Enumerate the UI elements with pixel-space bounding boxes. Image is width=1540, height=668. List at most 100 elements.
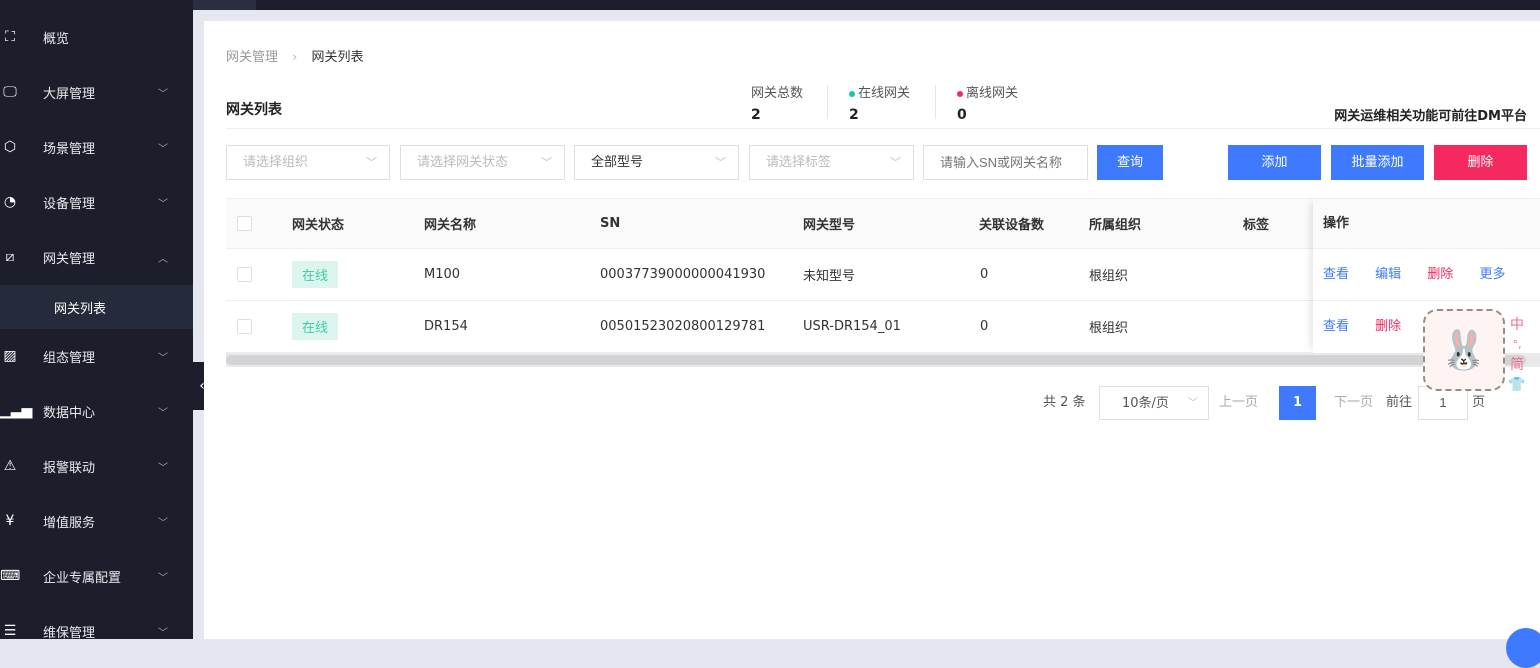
row-checkbox[interactable]: [237, 319, 252, 334]
sidebar-item-label: 设备管理: [43, 196, 96, 212]
breadcrumb-parent[interactable]: 网关管理: [226, 50, 278, 65]
chevron-down-icon: ﹀: [541, 156, 552, 169]
sidebar-item-4[interactable]: ⧄ 网关管理 ︿: [0, 235, 193, 279]
goto-page-input[interactable]: [1418, 386, 1468, 420]
device-count: 0: [980, 267, 989, 282]
sidebar-item-2[interactable]: ⬡ 场景管理 ﹀: [0, 125, 193, 169]
gateway-name: M100: [424, 267, 461, 282]
sidebar-item-label: 概览: [43, 31, 70, 47]
status-badge: 在线: [292, 313, 339, 340]
gateway-name: DR154: [424, 319, 468, 334]
select-all-checkbox[interactable]: [237, 216, 252, 231]
chevron-icon: ﹀: [158, 198, 168, 210]
sidebar-item-6[interactable]: ▁▃▅ 数据中心 ﹀: [0, 389, 193, 433]
next-page-button[interactable]: 下一页: [1334, 386, 1373, 420]
chevron-down-icon: ﹀: [1188, 398, 1198, 409]
ime-toolbar[interactable]: 中 °, 简 👕: [1507, 315, 1527, 395]
chevron-icon: ﹀: [158, 407, 168, 419]
sidebar-item-label: 网关管理: [43, 251, 96, 267]
sidebar-item-1[interactable]: 🖵 大屏管理 ﹀: [0, 70, 193, 114]
sidebar-item-8[interactable]: ¥ 增值服务 ﹀: [0, 499, 193, 543]
gateway-icon: ⧄: [5, 249, 15, 265]
chevron-icon: ﹀: [158, 462, 168, 474]
add-button[interactable]: 添加: [1228, 145, 1321, 180]
chevron-icon: ﹀: [158, 88, 168, 100]
help-float-button[interactable]: [1506, 628, 1540, 668]
sidebar: ⛶ 概览 🖵 大屏管理 ﹀ ⬡ 场景管理 ﹀ ◔ 设备管理 ﹀ ⧄ 网关管理 ︿ ▨ 组态管理 ﹀ ▁▃▅ 数据中心…: [0, 0, 193, 641]
image-icon: ▨: [3, 348, 17, 364]
gateway-sn: 00037739000000041930: [600, 267, 766, 282]
organization: 根组织: [1089, 321, 1129, 336]
chevron-down-icon: ﹀: [366, 156, 377, 169]
status-select[interactable]: 请选择网关状态 ﹀: [400, 145, 565, 180]
overview-icon: ⛶: [5, 29, 15, 45]
page-unit-label: 页: [1472, 395, 1486, 410]
query-button[interactable]: 查询: [1097, 145, 1163, 180]
gateway-model: USR-DR154_01: [803, 319, 901, 334]
view-link[interactable]: 查看: [1323, 319, 1349, 334]
offline-dot-icon: [957, 90, 963, 97]
page-size-select[interactable]: 10条/页 ﹀: [1099, 386, 1209, 420]
view-link[interactable]: 查看: [1323, 267, 1349, 282]
horizontal-scrollbar[interactable]: [226, 353, 1540, 367]
tag-select[interactable]: 请选择标签 ﹀: [749, 145, 914, 180]
goto-label: 前往: [1386, 395, 1413, 410]
search-input[interactable]: [923, 145, 1088, 180]
delete-link[interactable]: 删除: [1375, 319, 1401, 334]
page-title: 网关列表: [226, 102, 282, 118]
org-select[interactable]: 请选择组织 ﹀: [226, 145, 390, 180]
stat-total: 网关总数 2: [751, 86, 804, 123]
ime-mode-toggle[interactable]: 简: [1507, 355, 1527, 375]
model-select[interactable]: 全部型号 ﹀: [574, 145, 739, 180]
chevron-icon: ﹀: [158, 143, 168, 155]
sidebar-item-5[interactable]: ▨ 组态管理 ﹀: [0, 334, 193, 378]
status-badge: 在线: [292, 261, 339, 288]
sidebar-item-3[interactable]: ◔ 设备管理 ﹀: [0, 180, 193, 224]
chevron-icon: ﹀: [158, 572, 168, 584]
chevron-down-icon: ﹀: [890, 156, 901, 169]
sidebar-item-label: 数据中心: [43, 405, 96, 421]
stat-online: 在线网关 2: [849, 86, 911, 123]
chevron-icon: ﹀: [158, 517, 168, 529]
ime-sticker-icon: 🐰: [1423, 309, 1505, 391]
gateway-sn: 00501523020800129781: [600, 319, 766, 334]
code-monitor-icon: ⌨: [0, 568, 21, 584]
bar-chart-icon: ▁▃▅: [0, 403, 33, 419]
sidebar-item-0[interactable]: ⛶ 概览: [0, 15, 193, 59]
ime-punct-toggle[interactable]: °,: [1507, 335, 1527, 355]
pie-icon: ◔: [3, 194, 17, 210]
sidebar-item-label: 企业专属配置: [43, 570, 122, 586]
chevron-icon: ︿: [158, 253, 168, 265]
breadcrumb-current: 网关列表: [311, 50, 364, 65]
monitor-icon: 🖵: [3, 84, 17, 100]
list-icon: ☰: [3, 623, 17, 639]
cube-icon: ⬡: [3, 139, 17, 155]
ime-lang-toggle[interactable]: 中: [1507, 315, 1527, 335]
divider: [226, 128, 1540, 129]
stat-offline: 离线网关 0: [957, 86, 1019, 123]
top-bar: [0, 0, 1540, 10]
page-1-button[interactable]: 1: [1279, 386, 1316, 420]
edit-link[interactable]: 编辑: [1375, 267, 1401, 282]
online-dot-icon: [849, 90, 855, 97]
delete-button[interactable]: 删除: [1434, 145, 1527, 180]
sidebar-item-7[interactable]: ⚠ 报警联动 ﹀: [0, 444, 193, 488]
breadcrumb: 网关管理 › 网关列表: [226, 50, 364, 65]
yen-icon: ¥: [5, 513, 15, 529]
dm-notice: 网关运维相关功能可前往DM平台: [1334, 109, 1527, 124]
more-link[interactable]: 更多: [1479, 267, 1505, 282]
device-count: 0: [980, 319, 989, 334]
delete-link[interactable]: 删除: [1427, 267, 1453, 282]
sidebar-item-gateway-list[interactable]: 网关列表: [0, 285, 193, 329]
prev-page-button[interactable]: 上一页: [1219, 386, 1258, 420]
organization: 根组织: [1089, 269, 1129, 284]
batch-add-button[interactable]: 批量添加: [1331, 145, 1424, 180]
row-checkbox[interactable]: [237, 267, 252, 282]
ime-skin-icon[interactable]: 👕: [1507, 375, 1527, 395]
chevron-icon: ﹀: [158, 627, 168, 639]
sidebar-item-10[interactable]: ☰ 维保管理 ﹀: [0, 609, 193, 653]
gateway-model: 未知型号: [803, 269, 856, 284]
sidebar-item-label: 报警联动: [43, 460, 96, 476]
sidebar-item-9[interactable]: ⌨ 企业专属配置 ﹀: [0, 554, 193, 598]
sidebar-item-label: 大屏管理: [43, 86, 96, 102]
